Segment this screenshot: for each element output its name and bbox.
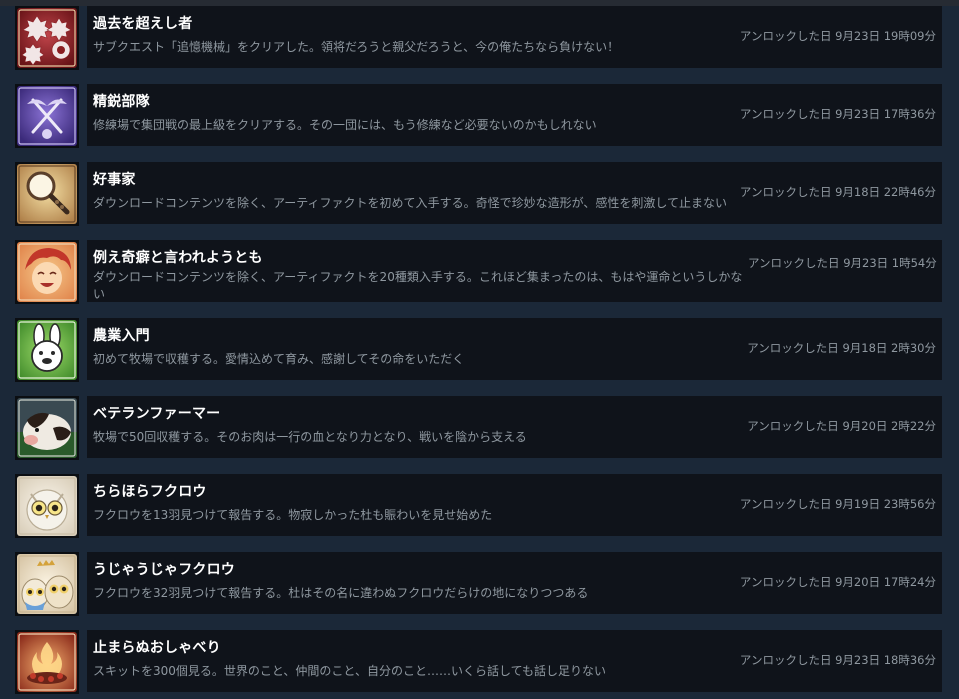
achievement-panel: 農業入門 初めて牧場で収穫する。愛情込めて育み、感謝してその命をいただく アンロ… <box>87 318 942 380</box>
unlock-date: アンロックした日 9月23日 19時09分 <box>739 29 936 43</box>
achievement-description: スキットを300個見る。世界のこと、仲間のこと、自分のこと……いくら話しても話し… <box>93 664 606 678</box>
achievement-row[interactable]: 止まらぬおしゃべり スキットを300個見る。世界のこと、仲間のこと、自分のこと…… <box>0 630 959 694</box>
achievement-description: 修練場で集団戦の最上級をクリアする。その一団には、もう修練など必要ないのかもしれ… <box>93 118 597 132</box>
achievement-icon-frame <box>15 6 79 70</box>
achievement-row[interactable]: 例え奇癖と言われようとも ダウンロードコンテンツを除く、アーティファクトを20種… <box>0 240 959 304</box>
achievement-panel: 過去を超えし者 サブクエスト「追憶機械」をクリアした。領将だろうと親父だろうと、… <box>87 6 942 68</box>
achievement-panel: うじゃうじゃフクロウ フクロウを32羽見つけて報告する。杜はその名に違わぬフクロ… <box>87 552 942 614</box>
achievement-description: ダウンロードコンテンツを除く、アーティファクトを20種類入手する。これほど集まっ… <box>93 270 743 301</box>
unlock-date: アンロックした日 9月18日 2時30分 <box>747 341 936 355</box>
achievement-title: ちらほらフクロウ <box>93 484 207 500</box>
owl-icon <box>17 476 77 536</box>
achievement-title: うじゃうじゃフクロウ <box>93 562 235 578</box>
achievement-title: 農業入門 <box>93 328 150 344</box>
achievement-description: 初めて牧場で収穫する。愛情込めて育み、感謝してその命をいただく <box>93 352 465 366</box>
laughing-character-icon <box>17 242 77 302</box>
achievement-panel: ちらほらフクロウ フクロウを13羽見つけて報告する。物寂しかった杜も賑わいを見せ… <box>87 474 942 536</box>
crest-emblem-icon <box>17 8 77 68</box>
achievement-row[interactable]: 精鋭部隊 修練場で集団戦の最上級をクリアする。その一団には、もう修練など必要ない… <box>0 84 959 148</box>
cow-icon <box>17 398 77 458</box>
campfire-icon <box>17 632 77 692</box>
achievement-row[interactable]: 好事家 ダウンロードコンテンツを除く、アーティファクトを初めて入手する。奇怪で珍… <box>0 162 959 226</box>
magnifying-glass-icon <box>17 164 77 224</box>
achievement-icon-frame <box>15 84 79 148</box>
achievement-row[interactable]: ベテランファーマー 牧場で50回収穫する。そのお肉は一行の血となり力となり、戦い… <box>0 396 959 460</box>
achievement-description: フクロウを32羽見つけて報告する。杜はその名に違わぬフクロウだらけの地になりつつ… <box>93 586 589 600</box>
achievement-list: 過去を超えし者 サブクエスト「追憶機械」をクリアした。領将だろうと親父だろうと、… <box>0 6 959 699</box>
unlock-date: アンロックした日 9月20日 17時24分 <box>739 575 936 589</box>
achievement-title: ベテランファーマー <box>93 406 221 422</box>
achievement-description: ダウンロードコンテンツを除く、アーティファクトを初めて入手する。奇怪で珍妙な造形… <box>93 196 727 210</box>
unlock-date: アンロックした日 9月23日 1時54分 <box>748 256 937 270</box>
achievement-row[interactable]: 農業入門 初めて牧場で収穫する。愛情込めて育み、感謝してその命をいただく アンロ… <box>0 318 959 382</box>
unlock-date: アンロックした日 9月20日 2時22分 <box>747 419 936 433</box>
achievement-icon-frame <box>15 240 79 304</box>
achievement-title: 好事家 <box>93 172 136 188</box>
achievement-icon-frame <box>15 162 79 226</box>
unlock-date: アンロックした日 9月23日 17時36分 <box>739 107 936 121</box>
achievement-panel: 好事家 ダウンロードコンテンツを除く、アーティファクトを初めて入手する。奇怪で珍… <box>87 162 942 224</box>
achievement-description: 牧場で50回収穫する。そのお肉は一行の血となり力となり、戦いを陰から支える <box>93 430 527 444</box>
achievement-row[interactable]: うじゃうじゃフクロウ フクロウを32羽見つけて報告する。杜はその名に違わぬフクロ… <box>0 552 959 616</box>
owl-family-icon <box>17 554 77 614</box>
achievement-panel: 例え奇癖と言われようとも ダウンロードコンテンツを除く、アーティファクトを20種… <box>87 240 942 302</box>
achievement-title: 精鋭部隊 <box>93 94 150 110</box>
achievement-icon-frame <box>15 552 79 616</box>
achievement-panel: 精鋭部隊 修練場で集団戦の最上級をクリアする。その一団には、もう修練など必要ない… <box>87 84 942 146</box>
unlock-date: アンロックした日 9月18日 22時46分 <box>739 185 936 199</box>
achievement-description: サブクエスト「追憶機械」をクリアした。領将だろうと親父だろうと、今の俺たちなら負… <box>93 40 620 54</box>
achievement-title: 過去を超えし者 <box>93 16 193 32</box>
unlock-date: アンロックした日 9月23日 18時36分 <box>739 653 936 667</box>
crossed-swords-icon <box>17 86 77 146</box>
achievement-icon-frame <box>15 630 79 694</box>
rabbit-icon <box>17 320 77 380</box>
achievement-title: 例え奇癖と言われようとも <box>93 250 263 266</box>
achievement-title: 止まらぬおしゃべり <box>93 640 221 656</box>
achievement-row[interactable]: 過去を超えし者 サブクエスト「追憶機械」をクリアした。領将だろうと親父だろうと、… <box>0 6 959 70</box>
achievement-panel: ベテランファーマー 牧場で50回収穫する。そのお肉は一行の血となり力となり、戦い… <box>87 396 942 458</box>
achievement-icon-frame <box>15 318 79 382</box>
achievement-row[interactable]: ちらほらフクロウ フクロウを13羽見つけて報告する。物寂しかった杜も賑わいを見せ… <box>0 474 959 538</box>
unlock-date: アンロックした日 9月19日 23時56分 <box>739 497 936 511</box>
achievement-panel: 止まらぬおしゃべり スキットを300個見る。世界のこと、仲間のこと、自分のこと…… <box>87 630 942 692</box>
achievement-icon-frame <box>15 474 79 538</box>
achievement-description: フクロウを13羽見つけて報告する。物寂しかった杜も賑わいを見せ始めた <box>93 508 493 522</box>
achievement-icon-frame <box>15 396 79 460</box>
